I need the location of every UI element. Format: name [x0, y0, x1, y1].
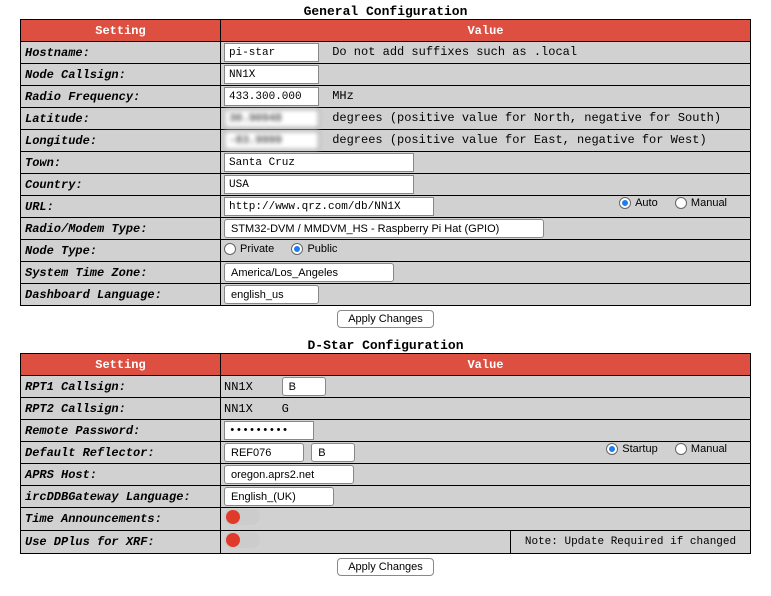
dstar-header-setting: Setting	[21, 354, 221, 376]
callsign-input[interactable]	[224, 65, 319, 84]
url-label: URL:	[21, 196, 221, 218]
hostname-label: Hostname:	[21, 42, 221, 64]
timeann-toggle[interactable]	[224, 509, 260, 525]
latitude-input[interactable]	[224, 109, 319, 128]
dstar-config-table: Setting Value RPT1 Callsign: NN1X B RPT2…	[20, 353, 751, 554]
modem-select[interactable]: STM32-DVM / MMDVM_HS - Raspberry Pi Hat …	[224, 219, 544, 238]
irclang-select[interactable]: English_(UK)	[224, 487, 334, 506]
country-input[interactable]	[224, 175, 414, 194]
dstar-header-value: Value	[221, 354, 751, 376]
remotepw-label: Remote Password:	[21, 420, 221, 442]
dstar-apply-button[interactable]: Apply Changes	[337, 558, 434, 576]
nodetype-private-radio[interactable]: Private	[224, 243, 274, 255]
dashlang-select[interactable]: english_us	[224, 285, 319, 304]
nodetype-label: Node Type:	[21, 240, 221, 262]
country-label: Country:	[21, 174, 221, 196]
rpt2-callsign-text: NN1X	[224, 402, 253, 416]
radiofreq-hint: MHz	[332, 89, 354, 103]
rpt2-suffix-text: G	[282, 402, 289, 416]
dashlang-label: Dashboard Language:	[21, 284, 221, 306]
radiofreq-input[interactable]	[224, 87, 319, 106]
nodetype-public-radio[interactable]: Public	[291, 243, 337, 255]
reflector-manual-radio[interactable]: Manual	[675, 443, 727, 455]
general-apply-button[interactable]: Apply Changes	[337, 310, 434, 328]
hostname-input[interactable]	[224, 43, 319, 62]
irclang-label: ircDDBGateway Language:	[21, 486, 221, 508]
rpt2-label: RPT2 Callsign:	[21, 398, 221, 420]
timezone-label: System Time Zone:	[21, 262, 221, 284]
timezone-select[interactable]: America/Los_Angeles	[224, 263, 394, 282]
hostname-hint: Do not add suffixes such as .local	[332, 45, 577, 59]
callsign-label: Node Callsign:	[21, 64, 221, 86]
dplus-label: Use DPlus for XRF:	[21, 531, 221, 554]
url-manual-radio[interactable]: Manual	[675, 197, 727, 209]
dplus-toggle[interactable]	[224, 532, 260, 548]
timeann-label: Time Announcements:	[21, 508, 221, 531]
remotepw-input[interactable]	[224, 421, 314, 440]
longitude-hint: degrees (positive value for East, negati…	[332, 133, 706, 147]
rpt1-callsign-text: NN1X	[224, 380, 253, 394]
aprs-label: APRS Host:	[21, 464, 221, 486]
reflector-label: Default Reflector:	[21, 442, 221, 464]
reflector-name-select[interactable]: REF076	[224, 443, 304, 462]
general-header-setting: Setting	[21, 20, 221, 42]
general-header-value: Value	[221, 20, 751, 42]
reflector-startup-radio[interactable]: Startup	[606, 443, 657, 455]
modem-label: Radio/Modem Type:	[21, 218, 221, 240]
reflector-module-select[interactable]: B	[311, 443, 355, 462]
rpt1-module-select[interactable]: B	[282, 377, 326, 396]
url-input[interactable]	[224, 197, 434, 216]
longitude-label: Longitude:	[21, 130, 221, 152]
rpt1-label: RPT1 Callsign:	[21, 376, 221, 398]
town-input[interactable]	[224, 153, 414, 172]
general-config-table: Setting Value Hostname: Do not add suffi…	[20, 19, 751, 306]
latitude-hint: degrees (positive value for North, negat…	[332, 111, 721, 125]
general-config-title: General Configuration	[20, 4, 751, 19]
aprs-host-select[interactable]: oregon.aprs2.net	[224, 465, 354, 484]
town-label: Town:	[21, 152, 221, 174]
dstar-config-title: D-Star Configuration	[20, 338, 751, 353]
dplus-note: Note: Update Required if changed	[510, 531, 750, 554]
radiofreq-label: Radio Frequency:	[21, 86, 221, 108]
latitude-label: Latitude:	[21, 108, 221, 130]
url-auto-radio[interactable]: Auto	[619, 197, 658, 209]
longitude-input[interactable]	[224, 131, 319, 150]
